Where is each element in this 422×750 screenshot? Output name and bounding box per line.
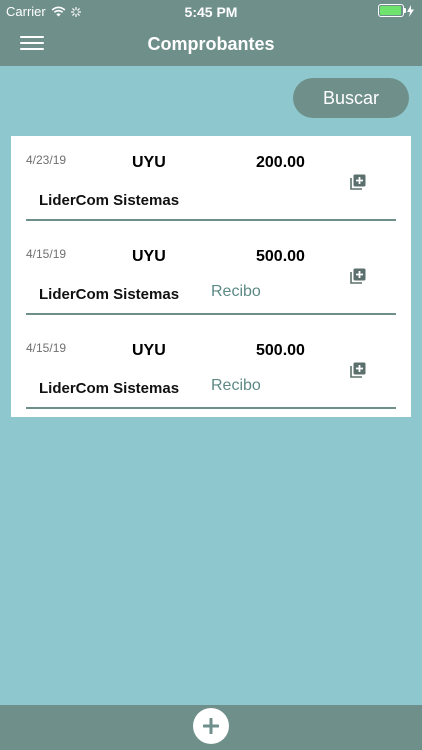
list-item[interactable]: 4/15/19 UYU 500.00 LiderCom Sistemas Rec… <box>11 324 411 418</box>
list-item[interactable]: 4/23/19 UYU 200.00 LiderCom Sistemas <box>11 136 411 230</box>
status-bar: Carrier 5:45 PM <box>0 0 422 22</box>
receipt-currency: UYU <box>132 248 166 265</box>
receipt-date: 4/15/19 <box>26 247 67 261</box>
receipt-list: 4/23/19 UYU 200.00 LiderCom Sistemas 4/1… <box>11 136 411 417</box>
receipt-amount: 500.00 <box>256 248 305 265</box>
receipt-amount: 200.00 <box>256 154 305 171</box>
receipt-company: LiderCom Sistemas <box>39 380 180 397</box>
search-button[interactable]: Buscar <box>293 78 409 118</box>
receipt-type: Recibo <box>211 283 261 300</box>
receipt-currency: UYU <box>132 342 166 359</box>
row-divider <box>26 407 396 409</box>
battery-group <box>378 4 414 17</box>
page-title: Comprobantes <box>147 34 275 54</box>
battery-level <box>380 6 401 15</box>
list-item[interactable]: 4/15/19 UYU 500.00 LiderCom Sistemas Rec… <box>11 230 411 324</box>
receipt-type: Recibo <box>211 377 261 394</box>
plus-icon <box>203 718 219 734</box>
add-copy-icon[interactable] <box>349 173 367 191</box>
battery-icon <box>378 4 406 17</box>
nav-bar: Comprobantes <box>0 22 422 66</box>
add-copy-icon[interactable] <box>349 361 367 379</box>
row-divider <box>26 313 396 315</box>
receipt-amount: 500.00 <box>256 342 305 359</box>
receipt-company: LiderCom Sistemas <box>39 286 180 303</box>
receipt-currency: UYU <box>132 154 166 171</box>
receipt-company: LiderCom Sistemas <box>39 192 180 209</box>
add-copy-icon[interactable] <box>349 267 367 285</box>
add-button[interactable] <box>193 708 229 744</box>
charging-bolt-icon <box>407 4 414 17</box>
row-divider <box>26 219 396 221</box>
receipt-date: 4/15/19 <box>26 341 67 355</box>
battery-tip <box>404 8 406 13</box>
status-time: 5:45 PM <box>184 4 238 20</box>
receipt-date: 4/23/19 <box>26 153 67 167</box>
